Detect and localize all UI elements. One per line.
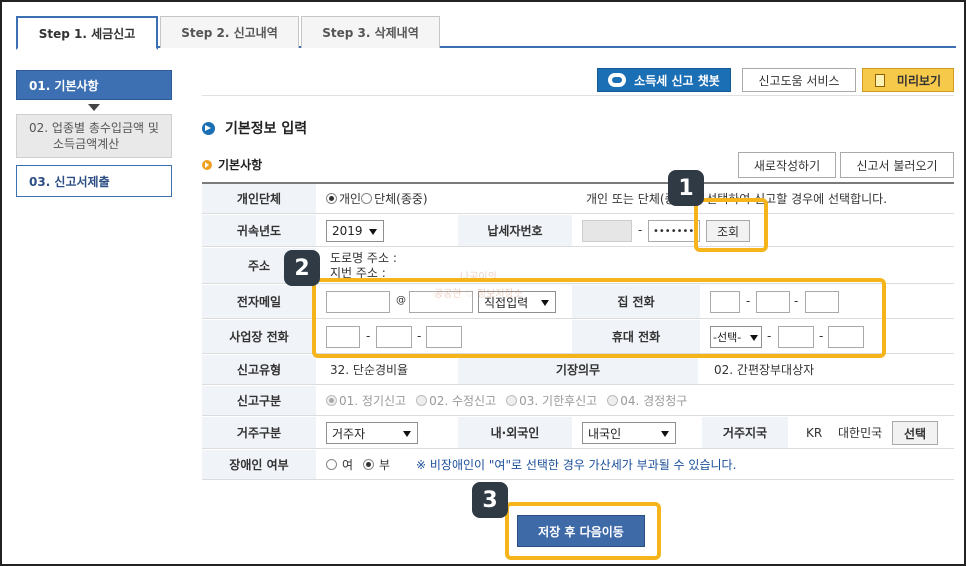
radio-regular-label: 01. 정기신고 (339, 394, 407, 408)
chevron-down-icon (369, 229, 377, 235)
nationality-label: 내·외국인 (458, 417, 572, 448)
taxpayer-id-label: 납세자번호 (458, 215, 572, 246)
radio-group[interactable] (361, 193, 373, 204)
step-tabs: Step 1. 세금신고 Step 2. 신고내역 Step 3. 삭제내역 (16, 16, 956, 50)
save-next-button[interactable]: 저장 후 다음이동 (517, 515, 645, 547)
bookkeeping-label: 기장의무 (458, 355, 698, 384)
load-form-button[interactable]: 신고서 불러오기 (840, 152, 954, 178)
report-class-options: 01. 정기신고 02. 수정신고 03. 기한후신고 04. 경정청구 (326, 386, 687, 415)
preview-label: 미리보기 (896, 73, 942, 88)
disabled-label: 장애인 여부 (202, 450, 316, 479)
radio-individual[interactable] (326, 193, 337, 204)
down-arrow-icon (88, 104, 100, 111)
document-icon (874, 73, 885, 87)
toolbar: 소득세 신고 챗봇 신고도움 서비스 미리보기 (202, 66, 954, 96)
callout-badge-2: 2 (284, 250, 320, 286)
row-disabled: 장애인 여부 여 부 ※ 비장애인이 "여"로 선택한 경우 가산세가 부과될 … (202, 450, 954, 480)
radio-amended-label: 02. 수정신고 (429, 394, 497, 408)
radio-amended[interactable] (416, 395, 428, 406)
taxpayer-id-part1[interactable] (582, 220, 632, 242)
radio-late-label: 03. 기한후신고 (519, 394, 598, 408)
residence-value: 거주자 (332, 426, 366, 441)
masked-value: ••••••• (653, 225, 695, 237)
side-menu-income[interactable]: 02. 업종별 총수입금액 및 소득금액계산 (16, 114, 172, 158)
tab-step3[interactable]: Step 3. 삭제내역 (301, 16, 440, 48)
nationality-value: 내국인 (588, 426, 622, 441)
subsection-title-text: 기본사항 (218, 158, 263, 172)
side-menu-income-line2: 소득금액계산 (53, 137, 120, 151)
side-menu-income-line1: 02. 업종별 총수입금액 및 (29, 121, 159, 135)
callout-highlight-1 (694, 198, 768, 252)
subsection-title: 기본사항 (202, 156, 262, 173)
help-service-button[interactable]: 신고도움 서비스 (742, 68, 856, 92)
disabled-options: 여 부 (326, 450, 390, 479)
row-entity: 개인단체 개인 단체(종중) 개인 또는 단체(종중)를 선택하여 신고할 경우… (202, 184, 954, 214)
chevron-down-icon (403, 431, 411, 437)
row-report-class: 신고구분 01. 정기신고 02. 수정신고 03. 기한후신고 04. 경정청… (202, 386, 954, 416)
bullet-icon (202, 159, 212, 170)
taxpayer-id-part2[interactable]: ••••••• (648, 220, 700, 242)
radio-no-label: 부 (379, 458, 391, 472)
side-menu-basic[interactable]: 01. 기본사항 (16, 70, 172, 100)
radio-individual-label: 개인 (339, 192, 362, 206)
row-year: 귀속년도 2019 납세자번호 - ••••••• 조회 (202, 215, 954, 247)
radio-group-label: 단체(종중) (374, 192, 428, 206)
radio-late[interactable] (506, 395, 518, 406)
radio-no[interactable] (363, 459, 375, 470)
entity-label: 개인단체 (202, 184, 316, 213)
disabled-note: ※ 비장애인이 "여"로 선택한 경우 가산세가 부과될 수 있습니다. (416, 458, 737, 472)
year-select[interactable]: 2019 (326, 220, 384, 242)
new-form-button[interactable]: 새로작성하기 (738, 152, 836, 178)
tab-step1[interactable]: Step 1. 세금신고 (16, 16, 158, 50)
entity-options: 개인 단체(종중) (326, 184, 428, 213)
callout-badge-3: 3 (472, 482, 508, 518)
chatbot-button[interactable]: 소득세 신고 챗봇 (597, 68, 731, 92)
callout-badge-1: 1 (668, 170, 704, 206)
radio-yes[interactable] (326, 459, 337, 470)
chatbot-label: 소득세 신고 챗봇 (634, 73, 720, 88)
radio-correction[interactable] (607, 395, 619, 406)
radio-yes-label: 여 (342, 458, 354, 472)
app-frame: Step 1. 세금신고 Step 2. 신고내역 Step 3. 삭제내역 0… (2, 2, 964, 564)
road-address: 도로명 주소 : (330, 250, 397, 265)
side-menu-submit[interactable]: 03. 신고서제출 (16, 165, 172, 197)
report-type-label: 신고유형 (202, 355, 316, 384)
radio-correction-label: 04. 경정청구 (620, 394, 688, 408)
year-value: 2019 (332, 224, 363, 238)
residence-select[interactable]: 거주자 (326, 422, 418, 444)
email-label: 전자메일 (202, 285, 316, 318)
region-select-button[interactable]: 선택 (892, 421, 938, 445)
basic-info-form: 개인단체 개인 단체(종중) 개인 또는 단체(종중)를 선택하여 신고할 경우… (202, 182, 954, 480)
row-report-type: 신고유형 32. 단순경비율 기장의무 02. 간편장부대상자 (202, 355, 954, 385)
section-title-text: 기본정보 입력 (225, 121, 308, 137)
region-name: 대한민국 (838, 426, 883, 440)
biz-phone-label: 사업장 전화 (202, 320, 316, 353)
dash: - (638, 223, 643, 237)
tab-step2[interactable]: Step 2. 신고내역 (160, 16, 299, 48)
preview-button[interactable]: 미리보기 (862, 68, 954, 92)
year-label: 귀속년도 (202, 215, 316, 246)
nationality-select[interactable]: 내국인 (582, 422, 676, 444)
row-residence: 거주구분 거주자 내·외국인 내국인 거주지국 KR 대한민국 선택 (202, 417, 954, 449)
chevron-down-icon (661, 431, 669, 437)
region-code: KR (806, 425, 823, 440)
residence-label: 거주구분 (202, 417, 316, 448)
region-label: 거주지국 (702, 417, 788, 448)
chat-icon (608, 73, 627, 87)
radio-regular[interactable] (326, 395, 337, 406)
section-title: 기본정보 입력 (202, 118, 307, 138)
bookkeeping-value: 02. 간편장부대상자 (714, 363, 815, 377)
arrow-circle-icon (202, 121, 215, 135)
report-class-label: 신고구분 (202, 386, 316, 415)
callout-highlight-2 (312, 278, 886, 358)
report-type-value: 32. 단순경비율 (330, 363, 409, 377)
